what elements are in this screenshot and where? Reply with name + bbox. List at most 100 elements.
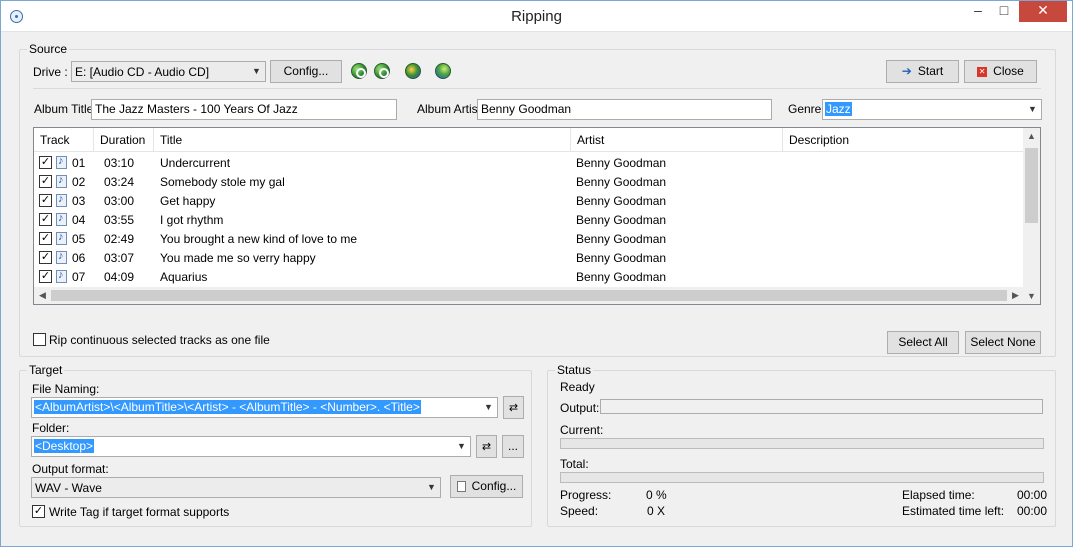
rip-continuous-label[interactable]: Rip continuous selected tracks as one fi… [49,333,270,347]
chevron-down-icon: ▼ [484,402,493,412]
close-button-label: Close [993,64,1024,78]
track-title: You brought a new kind of love to me [160,232,358,246]
track-checkbox[interactable]: ✓ [39,175,52,188]
column-description[interactable]: Description [783,128,1024,152]
table-row[interactable]: ✓ 04 03:55 I got rhythm Benny Goodman [34,210,1024,229]
column-duration[interactable]: Duration [94,128,154,152]
cddb-search-icon[interactable] [351,63,367,79]
folder-label: Folder: [32,421,70,435]
track-checkbox[interactable]: ✓ [39,232,52,245]
track-artist: Benny Goodman [576,270,667,284]
track-checkbox[interactable]: ✓ [39,270,52,283]
total-progress-bar [560,472,1044,483]
column-title[interactable]: Title [154,128,571,152]
track-number: 02 [72,175,86,189]
track-number: 04 [72,213,86,227]
horizontal-scroll-thumb[interactable] [51,290,1007,301]
track-artist: Benny Goodman [576,156,667,170]
column-artist[interactable]: Artist [571,128,783,152]
track-checkbox[interactable]: ✓ [39,213,52,226]
track-duration: 03:00 [104,194,135,208]
write-tag-label[interactable]: Write Tag if target format supports [49,505,229,519]
track-number: 01 [72,156,86,170]
table-row[interactable]: ✓ 01 03:10 Undercurrent Benny Goodman [34,153,1024,172]
elapsed-value: 00:00 [1017,488,1048,502]
output-format-select[interactable]: WAV - Wave ▼ [31,477,441,498]
table-row[interactable]: ✓ 02 03:24 Somebody stole my gal Benny Goodm… [34,172,1024,191]
track-number: 06 [72,251,86,265]
track-duration: 02:49 [104,232,135,246]
track-title: Aquarius [160,270,208,284]
vertical-scroll-thumb[interactable] [1025,148,1038,223]
folder-swap-button[interactable]: ⇄ [476,435,497,458]
select-none-button[interactable]: Select None [965,331,1041,354]
drive-config-button[interactable]: Config... [270,60,342,83]
table-row[interactable]: ✓ 07 04:09 Aquarius Benny Goodman [34,267,1024,286]
track-checkbox[interactable]: ✓ [39,156,52,169]
track-duration: 03:55 [104,213,135,227]
progress-value: 0 % [646,488,667,502]
track-artist: Benny Goodman [576,251,667,265]
minimize-button[interactable]: – [965,1,991,22]
track-artist: Benny Goodman [576,194,667,208]
rip-continuous-checkbox[interactable] [33,333,46,346]
track-number: 07 [72,270,86,284]
file-naming-swap-button[interactable]: ⇄ [503,396,524,419]
cddb-search-alt-icon[interactable] [374,63,390,79]
chevron-down-icon: ▼ [252,66,261,76]
drive-label: Drive : [33,65,68,79]
track-list[interactable]: Track Duration Title Artist Description … [33,127,1041,305]
album-artist-input[interactable]: Benny Goodman [477,99,772,120]
start-button-label: Start [917,64,944,78]
window-close-button[interactable]: ✕ [1019,1,1067,22]
current-progress-bar [560,438,1044,449]
vertical-scrollbar[interactable]: ▲ ▼ [1023,128,1040,304]
remaining-value: 00:00 [1017,504,1048,518]
track-checkbox[interactable]: ✓ [39,194,52,207]
maximize-button[interactable]: □ [991,1,1017,22]
track-artist: Benny Goodman [576,232,667,246]
scroll-left-icon[interactable]: ◀ [34,290,51,301]
genre-select[interactable]: Jazz ▼ [822,99,1042,120]
music-note-icon [56,212,67,226]
drive-select[interactable]: E: [Audio CD - Audio CD] ▼ [71,61,266,82]
close-button[interactable]: ✕ Close [964,60,1037,83]
total-label: Total: [560,457,589,471]
submit-online-icon[interactable] [405,63,421,79]
start-button[interactable]: ➔ Start [886,60,959,83]
column-track[interactable]: Track [34,128,94,152]
music-note-icon [56,269,67,283]
track-duration: 04:09 [104,270,135,284]
table-row[interactable]: ✓ 03 03:00 Get happy Benny Goodman [34,191,1024,210]
horizontal-scrollbar[interactable]: ◀ ▶ [34,287,1024,304]
format-config-button[interactable]: Config... [450,475,523,498]
folder-select[interactable]: <Desktop> ▼ [31,436,471,457]
scroll-up-icon[interactable]: ▲ [1023,131,1040,141]
album-title-label: Album Title: [34,102,97,116]
album-title-input[interactable]: The Jazz Masters - 100 Years Of Jazz [91,99,397,120]
scroll-right-icon[interactable]: ▶ [1007,290,1024,301]
track-title: You made me so verry happy [160,251,316,265]
arrow-right-icon: ➔ [901,64,912,79]
speed-value: 0 X [647,504,666,518]
track-artist: Benny Goodman [576,213,667,227]
music-note-icon [56,193,67,207]
scroll-down-icon[interactable]: ▼ [1023,291,1040,301]
select-all-button[interactable]: Select All [887,331,959,354]
genre-value: Jazz [825,102,852,116]
web-lookup-icon[interactable] [435,63,451,79]
track-title: Undercurrent [160,156,231,170]
browse-folder-button[interactable]: ... [502,435,524,458]
format-config-label: Config... [471,479,517,493]
file-naming-select[interactable]: <AlbumArtist>\<AlbumTitle>\<Artist> - <A… [31,397,498,418]
track-artist: Benny Goodman [576,175,667,189]
track-title: I got rhythm [160,213,224,227]
write-tag-checkbox[interactable]: ✓ [32,505,45,518]
target-group-label: Target [27,363,65,377]
drive-value: E: [Audio CD - Audio CD] [75,65,210,79]
track-duration: 03:07 [104,251,135,265]
chevron-down-icon: ▼ [457,441,466,451]
table-row[interactable]: ✓ 06 03:07 You made me so verry happy Benny … [34,248,1024,267]
table-row[interactable]: ✓ 05 02:49 You brought a new kind of love t… [34,229,1024,248]
track-checkbox[interactable]: ✓ [39,251,52,264]
